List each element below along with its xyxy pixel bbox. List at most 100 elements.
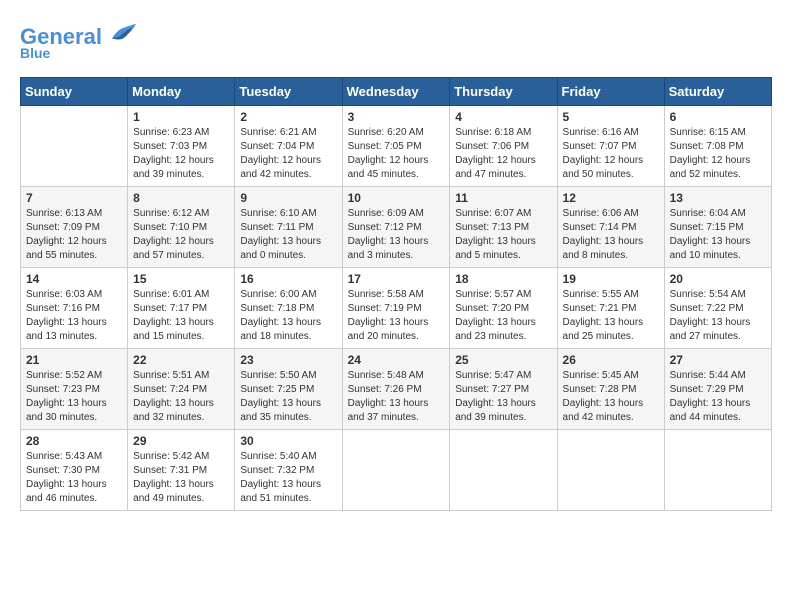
calendar-cell: 10 Sunrise: 6:09 AM Sunset: 7:12 PM Dayli… xyxy=(342,187,450,268)
day-info: Sunrise: 5:45 AM Sunset: 7:28 PM Dayligh… xyxy=(563,369,659,425)
day-info: Sunrise: 5:43 AM Sunset: 7:30 PM Dayligh… xyxy=(26,450,122,506)
calendar-cell: 6Sunrise: 6:15 AM Sunset: 7:08 PM Daylig… xyxy=(664,106,771,187)
column-header-friday: Friday xyxy=(557,78,664,106)
day-info: Sunrise: 5:51 AM Sunset: 7:24 PM Dayligh… xyxy=(133,369,229,425)
day-info: Sunrise: 6:01 AM Sunset: 7:17 PM Dayligh… xyxy=(133,288,229,344)
calendar-cell xyxy=(342,430,450,511)
day-number: 1 xyxy=(133,110,229,124)
day-info: Sunrise: 6:04 AM Sunset: 7:15 PM Dayligh… xyxy=(670,207,766,263)
calendar-cell: 21 Sunrise: 5:52 AM Sunset: 7:23 PM Dayli… xyxy=(21,349,128,430)
calendar-cell: 23Sunrise: 5:50 AM Sunset: 7:25 PM Dayli… xyxy=(235,349,342,430)
day-info: Sunrise: 5:52 AM Sunset: 7:23 PM Dayligh… xyxy=(26,369,122,425)
day-info: Sunrise: 6:18 AM Sunset: 7:06 PM Dayligh… xyxy=(455,126,551,182)
day-number: 25 xyxy=(455,353,551,367)
calendar-cell: 3 Sunrise: 6:20 AM Sunset: 7:05 PM Daylig… xyxy=(342,106,450,187)
day-info: Sunrise: 5:57 AM Sunset: 7:20 PM Dayligh… xyxy=(455,288,551,344)
calendar-cell: 5Sunrise: 6:16 AM Sunset: 7:07 PM Daylig… xyxy=(557,106,664,187)
calendar-header-row: SundayMondayTuesdayWednesdayThursdayFrid… xyxy=(21,78,772,106)
day-number: 20 xyxy=(670,272,766,286)
column-header-wednesday: Wednesday xyxy=(342,78,450,106)
calendar-week-row: 7 Sunrise: 6:13 AM Sunset: 7:09 PM Daylig… xyxy=(21,187,772,268)
day-number: 2 xyxy=(240,110,336,124)
day-info: Sunrise: 6:09 AM Sunset: 7:12 PM Dayligh… xyxy=(348,207,445,263)
day-info: Sunrise: 5:48 AM Sunset: 7:26 PM Dayligh… xyxy=(348,369,445,425)
day-number: 16 xyxy=(240,272,336,286)
calendar-cell: 13 Sunrise: 6:04 AM Sunset: 7:15 PM Dayli… xyxy=(664,187,771,268)
day-number: 29 xyxy=(133,434,229,448)
column-header-thursday: Thursday xyxy=(450,78,557,106)
calendar-week-row: 14Sunrise: 6:03 AM Sunset: 7:16 PM Dayli… xyxy=(21,268,772,349)
day-info: Sunrise: 6:20 AM Sunset: 7:05 PM Dayligh… xyxy=(348,126,445,182)
day-number: 26 xyxy=(563,353,659,367)
calendar-cell: 17 Sunrise: 5:58 AM Sunset: 7:19 PM Dayli… xyxy=(342,268,450,349)
calendar-cell xyxy=(450,430,557,511)
day-info: Sunrise: 6:06 AM Sunset: 7:14 PM Dayligh… xyxy=(563,207,659,263)
calendar-cell: 26 Sunrise: 5:45 AM Sunset: 7:28 PM Dayli… xyxy=(557,349,664,430)
calendar-cell: 11 Sunrise: 6:07 AM Sunset: 7:13 PM Dayli… xyxy=(450,187,557,268)
day-number: 7 xyxy=(26,191,122,205)
day-number: 3 xyxy=(348,110,445,124)
calendar-cell: 7 Sunrise: 6:13 AM Sunset: 7:09 PM Daylig… xyxy=(21,187,128,268)
day-number: 15 xyxy=(133,272,229,286)
day-number: 28 xyxy=(26,434,122,448)
calendar-cell xyxy=(557,430,664,511)
day-number: 30 xyxy=(240,434,336,448)
day-number: 12 xyxy=(563,191,659,205)
day-info: Sunrise: 6:07 AM Sunset: 7:13 PM Dayligh… xyxy=(455,207,551,263)
day-info: Sunrise: 5:50 AM Sunset: 7:25 PM Dayligh… xyxy=(240,369,336,425)
day-info: Sunrise: 6:23 AM Sunset: 7:03 PM Dayligh… xyxy=(133,126,229,182)
day-info: Sunrise: 6:21 AM Sunset: 7:04 PM Dayligh… xyxy=(240,126,336,182)
calendar-cell: 1 Sunrise: 6:23 AM Sunset: 7:03 PM Daylig… xyxy=(128,106,235,187)
calendar-cell xyxy=(664,430,771,511)
day-info: Sunrise: 6:13 AM Sunset: 7:09 PM Dayligh… xyxy=(26,207,122,263)
calendar-cell: 14Sunrise: 6:03 AM Sunset: 7:16 PM Dayli… xyxy=(21,268,128,349)
calendar-cell xyxy=(21,106,128,187)
logo: General Blue xyxy=(20,20,138,61)
day-info: Sunrise: 5:58 AM Sunset: 7:19 PM Dayligh… xyxy=(348,288,445,344)
calendar-cell: 9 Sunrise: 6:10 AM Sunset: 7:11 PM Daylig… xyxy=(235,187,342,268)
day-number: 17 xyxy=(348,272,445,286)
day-info: Sunrise: 5:44 AM Sunset: 7:29 PM Dayligh… xyxy=(670,369,766,425)
day-number: 22 xyxy=(133,353,229,367)
day-number: 5 xyxy=(563,110,659,124)
day-number: 14 xyxy=(26,272,122,286)
calendar-week-row: 1 Sunrise: 6:23 AM Sunset: 7:03 PM Daylig… xyxy=(21,106,772,187)
column-header-monday: Monday xyxy=(128,78,235,106)
day-info: Sunrise: 6:00 AM Sunset: 7:18 PM Dayligh… xyxy=(240,288,336,344)
calendar-cell: 20 Sunrise: 5:54 AM Sunset: 7:22 PM Dayli… xyxy=(664,268,771,349)
calendar-cell: 2 Sunrise: 6:21 AM Sunset: 7:04 PM Daylig… xyxy=(235,106,342,187)
calendar-cell: 19 Sunrise: 5:55 AM Sunset: 7:21 PM Dayli… xyxy=(557,268,664,349)
column-header-saturday: Saturday xyxy=(664,78,771,106)
logo-bird-icon xyxy=(110,20,138,44)
calendar-week-row: 21 Sunrise: 5:52 AM Sunset: 7:23 PM Dayli… xyxy=(21,349,772,430)
calendar-cell: 12 Sunrise: 6:06 AM Sunset: 7:14 PM Dayli… xyxy=(557,187,664,268)
column-header-tuesday: Tuesday xyxy=(235,78,342,106)
day-info: Sunrise: 5:47 AM Sunset: 7:27 PM Dayligh… xyxy=(455,369,551,425)
day-info: Sunrise: 5:54 AM Sunset: 7:22 PM Dayligh… xyxy=(670,288,766,344)
day-number: 19 xyxy=(563,272,659,286)
calendar-cell: 4 Sunrise: 6:18 AM Sunset: 7:06 PM Daylig… xyxy=(450,106,557,187)
day-number: 21 xyxy=(26,353,122,367)
day-number: 9 xyxy=(240,191,336,205)
day-info: Sunrise: 5:42 AM Sunset: 7:31 PM Dayligh… xyxy=(133,450,229,506)
day-info: Sunrise: 6:12 AM Sunset: 7:10 PM Dayligh… xyxy=(133,207,229,263)
calendar-cell: 8 Sunrise: 6:12 AM Sunset: 7:10 PM Daylig… xyxy=(128,187,235,268)
calendar-cell: 28 Sunrise: 5:43 AM Sunset: 7:30 PM Dayli… xyxy=(21,430,128,511)
calendar-cell: 27Sunrise: 5:44 AM Sunset: 7:29 PM Dayli… xyxy=(664,349,771,430)
calendar-cell: 29 Sunrise: 5:42 AM Sunset: 7:31 PM Dayli… xyxy=(128,430,235,511)
calendar-cell: 30 Sunrise: 5:40 AM Sunset: 7:32 PM Dayli… xyxy=(235,430,342,511)
day-number: 4 xyxy=(455,110,551,124)
day-info: Sunrise: 6:10 AM Sunset: 7:11 PM Dayligh… xyxy=(240,207,336,263)
day-info: Sunrise: 6:15 AM Sunset: 7:08 PM Dayligh… xyxy=(670,126,766,182)
day-number: 24 xyxy=(348,353,445,367)
day-number: 13 xyxy=(670,191,766,205)
day-info: Sunrise: 5:55 AM Sunset: 7:21 PM Dayligh… xyxy=(563,288,659,344)
calendar-week-row: 28 Sunrise: 5:43 AM Sunset: 7:30 PM Dayli… xyxy=(21,430,772,511)
calendar-cell: 22 Sunrise: 5:51 AM Sunset: 7:24 PM Dayli… xyxy=(128,349,235,430)
day-info: Sunrise: 5:40 AM Sunset: 7:32 PM Dayligh… xyxy=(240,450,336,506)
day-number: 8 xyxy=(133,191,229,205)
day-number: 18 xyxy=(455,272,551,286)
day-number: 11 xyxy=(455,191,551,205)
calendar-cell: 16 Sunrise: 6:00 AM Sunset: 7:18 PM Dayli… xyxy=(235,268,342,349)
day-number: 10 xyxy=(348,191,445,205)
